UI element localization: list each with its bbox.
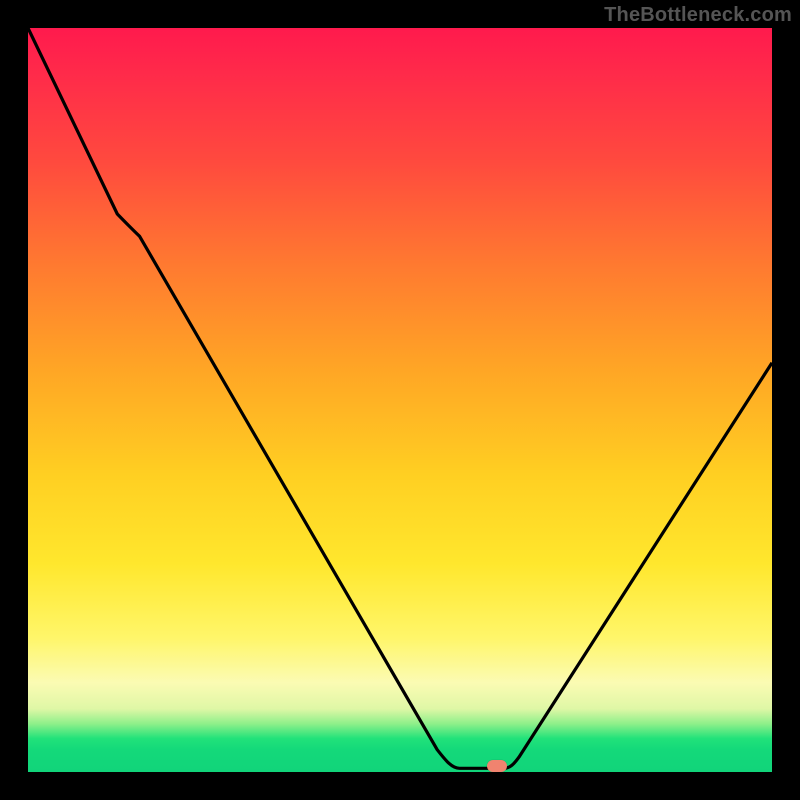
minimum-marker (487, 760, 507, 772)
watermark-text: TheBottleneck.com (604, 4, 792, 27)
chart-container: TheBottleneck.com (0, 0, 800, 800)
plot-area (28, 28, 772, 772)
bottleneck-curve (28, 28, 772, 772)
